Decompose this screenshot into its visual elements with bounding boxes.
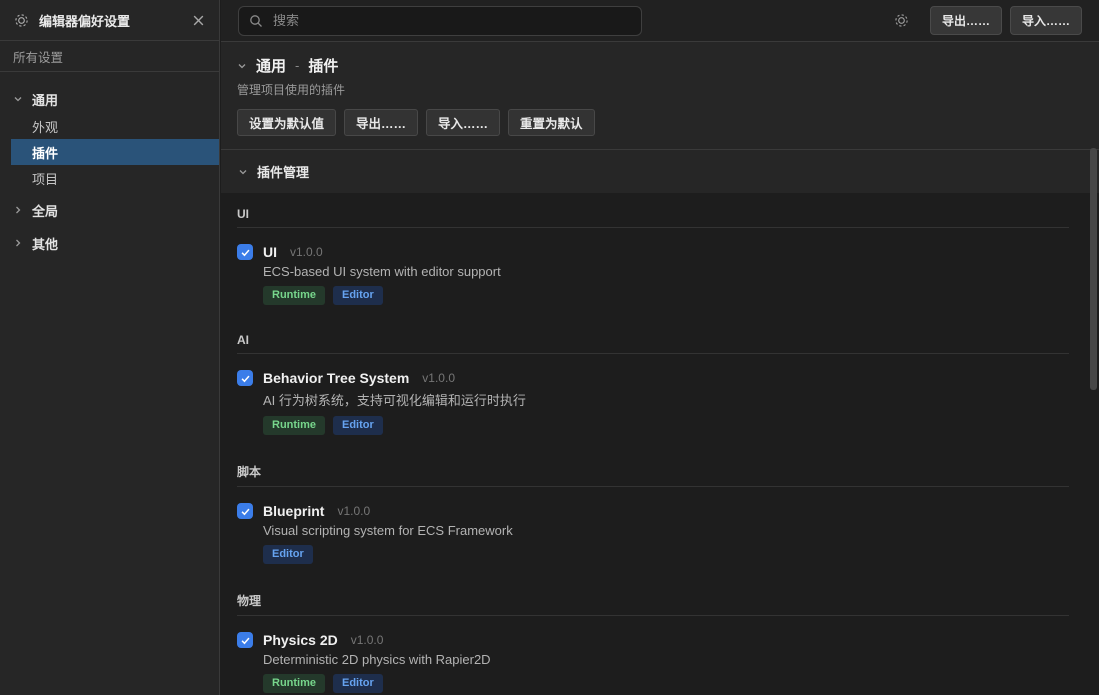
set-default-button[interactable]: 设置为默认值	[237, 109, 336, 136]
category-label: 物理	[237, 592, 1083, 609]
import-button[interactable]: 导入……	[1010, 6, 1082, 35]
export-button[interactable]: 导出……	[930, 6, 1002, 35]
page-subtitle: 管理项目使用的插件	[237, 81, 1083, 98]
breadcrumb-group: 通用	[256, 55, 286, 76]
tag-badge: Editor	[263, 545, 313, 564]
sidebar-header: 编辑器偏好设置	[0, 0, 219, 41]
plugin-version: v1.0.0	[422, 371, 455, 385]
plugin-item: Behavior Tree System v1.0.0 AI 行为树系统，支持可视化…	[237, 370, 1083, 435]
plugin-description: ECS-based UI system with editor support	[263, 264, 1083, 279]
settings-gear-icon[interactable]	[894, 13, 909, 28]
sidebar-item[interactable]: 项目	[0, 165, 219, 191]
plugin-name: Behavior Tree System	[263, 370, 409, 386]
sidebar-item-all-settings[interactable]: 所有设置	[0, 41, 219, 72]
tag-badge: Runtime	[263, 416, 325, 435]
plugin-enabled-checkbox[interactable]	[237, 632, 253, 648]
plugin-version: v1.0.0	[337, 504, 370, 518]
close-icon[interactable]	[192, 14, 205, 27]
plugin-item: Physics 2D v1.0.0 Deterministic 2D physics…	[237, 632, 1083, 693]
plugin-enabled-checkbox[interactable]	[237, 244, 253, 260]
plugin-list: UI UI v1.0.0 ECS-based UI system with edito…	[221, 193, 1099, 693]
plugin-name: UI	[263, 244, 277, 260]
chevron-down-icon	[238, 167, 248, 177]
plugin-name: Blueprint	[263, 503, 324, 519]
preferences-window: 编辑器偏好设置 所有设置 通用外观插件项目全局其他 导出…… 导入……	[0, 0, 1099, 695]
plugin-description: Visual scripting system for ECS Framewor…	[263, 523, 1083, 538]
chevron-right-icon	[13, 238, 23, 248]
chevron-down-icon	[13, 94, 23, 104]
page-title: 插件	[308, 55, 338, 76]
plugin-tags: Editor	[263, 545, 1083, 564]
search-icon	[249, 14, 263, 28]
window-title: 编辑器偏好设置	[39, 11, 130, 30]
export-button[interactable]: 导出……	[344, 109, 418, 136]
search-input[interactable]	[271, 12, 631, 29]
plugin-enabled-checkbox[interactable]	[237, 370, 253, 386]
category-divider	[237, 227, 1069, 228]
sidebar-group[interactable]: 全局	[0, 196, 219, 224]
sidebar-nav: 通用外观插件项目全局其他	[0, 72, 219, 257]
plugin-item: UI v1.0.0 ECS-based UI system with editor …	[237, 244, 1083, 305]
tag-badge: Editor	[333, 416, 383, 435]
tag-badge: Editor	[333, 286, 383, 305]
sidebar-group-label: 其他	[32, 234, 58, 253]
content-header: 通用 - 插件 管理项目使用的插件 设置为默认值导出…… 导入…… 重置为默认	[221, 42, 1099, 149]
chevron-down-icon[interactable]	[237, 61, 247, 71]
plugin-description: AI 行为树系统，支持可视化编辑和运行时执行	[263, 390, 1083, 409]
plugin-item: Blueprint v1.0.0 Visual scripting system f…	[237, 503, 1083, 564]
plugin-description: Deterministic 2D physics with Rapier2D	[263, 652, 1083, 667]
plugin-tags: Runtime Editor	[263, 674, 1083, 693]
sidebar: 编辑器偏好设置 所有设置 通用外观插件项目全局其他	[0, 0, 220, 695]
breadcrumb-separator: -	[295, 58, 299, 73]
category-divider	[237, 353, 1069, 354]
tag-badge: Runtime	[263, 674, 325, 693]
reset-default-button[interactable]: 重置为默认	[508, 109, 595, 136]
plugin-tags: Runtime Editor	[263, 416, 1083, 435]
plugin-tags: Runtime Editor	[263, 286, 1083, 305]
plugin-enabled-checkbox[interactable]	[237, 503, 253, 519]
category-label: AI	[237, 333, 1083, 347]
sidebar-item[interactable]: 外观	[0, 113, 219, 139]
plugin-version: v1.0.0	[290, 245, 323, 259]
plugin-version: v1.0.0	[351, 633, 384, 647]
sidebar-group-label: 通用	[32, 90, 58, 109]
content: 通用 - 插件 管理项目使用的插件 设置为默认值导出…… 导入…… 重置为默认 插件…	[221, 42, 1099, 695]
section-plugin-management[interactable]: 插件管理	[221, 149, 1099, 193]
topbar: 导出…… 导入……	[221, 0, 1099, 42]
import-button[interactable]: 导入……	[426, 109, 500, 136]
plugin-name: Physics 2D	[263, 632, 338, 648]
tag-badge: Editor	[333, 674, 383, 693]
sidebar-group[interactable]: 通用	[0, 85, 219, 113]
category-divider	[237, 486, 1069, 487]
header-actions: 设置为默认值导出…… 导入…… 重置为默认	[237, 109, 1083, 136]
sidebar-item[interactable]: 插件	[11, 139, 219, 165]
section-title: 插件管理	[257, 162, 309, 181]
sidebar-group-label: 全局	[32, 201, 58, 220]
category-divider	[237, 615, 1069, 616]
category-label: UI	[237, 207, 1083, 221]
gear-icon	[14, 13, 29, 28]
chevron-right-icon	[13, 205, 23, 215]
scrollbar-thumb[interactable]	[1090, 148, 1097, 390]
category-label: 脚本	[237, 463, 1083, 480]
sidebar-group[interactable]: 其他	[0, 229, 219, 257]
search-box[interactable]	[238, 6, 642, 36]
tag-badge: Runtime	[263, 286, 325, 305]
